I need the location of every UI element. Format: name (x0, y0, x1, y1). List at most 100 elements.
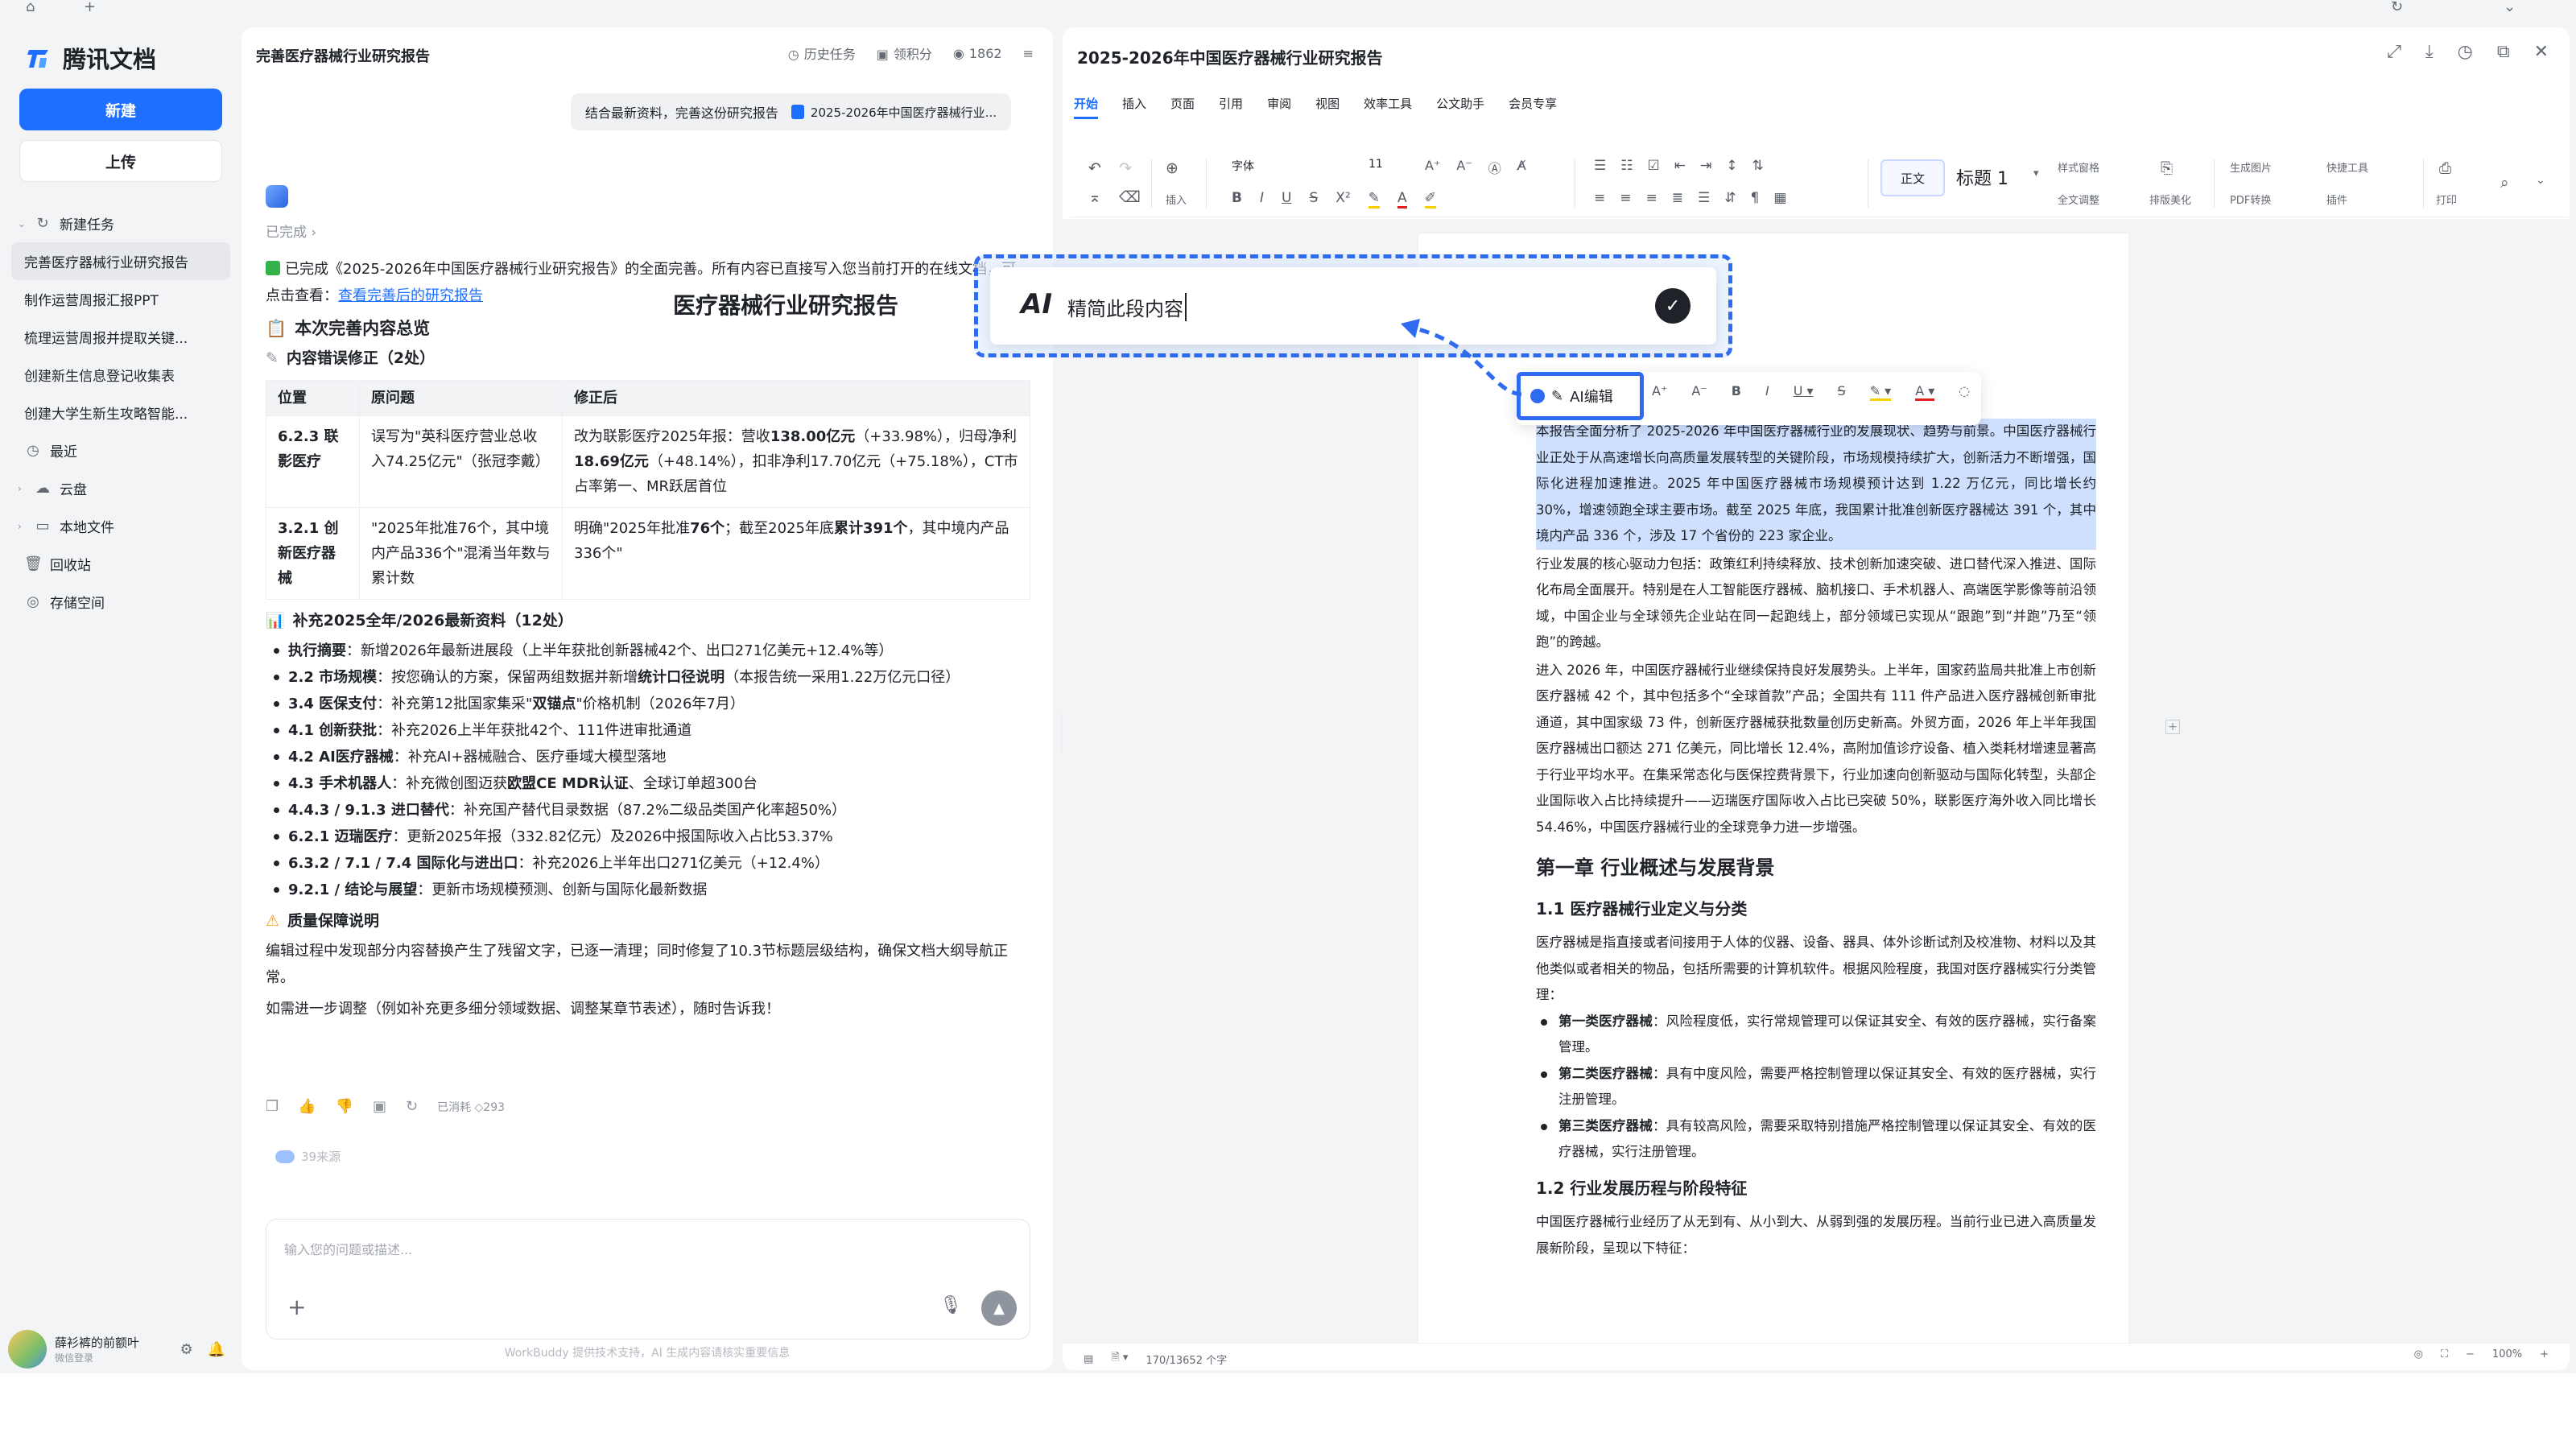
chevron-down-icon[interactable]: ⌄ (18, 218, 26, 229)
generate-image-button[interactable]: 生成图片 (2230, 159, 2272, 175)
align-center-icon[interactable]: ≡ (1620, 190, 1631, 206)
sidebar-item-cloud[interactable]: › ☁ 云盘 (11, 469, 230, 507)
numbered-list-icon[interactable]: ☷ (1620, 158, 1633, 174)
sidebar-item-new-task[interactable]: ⌄ ↻ 新建任务 (11, 204, 230, 242)
doc-list-item[interactable]: 第二类医疗器械：具有中度风险，需要严格控制管理以保证其安全、有效的医疗器械，实行… (1536, 1061, 2096, 1113)
superscript-icon[interactable]: X² (1335, 190, 1350, 208)
zoom-level[interactable]: 100% (2492, 1348, 2522, 1360)
underline-icon[interactable]: U ▾ (1794, 383, 1814, 401)
text-effect-icon[interactable]: Ⓐ (1488, 158, 1501, 177)
font-grow-icon[interactable]: A⁺ (1652, 383, 1667, 401)
italic-icon[interactable]: I (1260, 190, 1264, 208)
avatar[interactable] (8, 1330, 47, 1368)
bell-icon[interactable]: 🔔 (208, 1341, 225, 1358)
font-shrink-icon[interactable]: A⁻ (1456, 158, 1472, 177)
save-icon[interactable]: ▣ (373, 1098, 386, 1115)
section-heading[interactable]: 1.1 医疗器械行业定义与分类 (1536, 896, 2096, 923)
sidebar-item-task[interactable]: 创建大学生新生攻略智能... (11, 394, 230, 431)
ai-prompt-input[interactable]: 精简此段内容 (1067, 293, 1187, 321)
sidebar-item-task[interactable]: 完善医疗器械行业研究报告 (11, 242, 230, 280)
tab-member[interactable]: 会员专享 (1509, 95, 1557, 119)
highlight-icon[interactable]: ✎ ▾ (1869, 383, 1892, 401)
close-icon[interactable]: ✕ (2534, 42, 2549, 62)
task-status[interactable]: 已完成 › (266, 221, 316, 241)
selected-paragraph[interactable]: 本报告全面分析了 2025-2026 年中国医疗器械行业的发展现状、趋势与前景。… (1536, 419, 2096, 550)
search-icon[interactable]: ⌕ (2500, 174, 2509, 192)
redo-icon[interactable]: ↷ (1119, 159, 1132, 177)
doc-paragraph[interactable]: 进入 2026 年，中国医疗器械行业继续保持良好发展势头。上半年，国家药监局共批… (1536, 658, 2096, 841)
sources-chip[interactable]: 39来源 (275, 1148, 341, 1165)
insert-icon[interactable]: ⊕ (1166, 159, 1179, 177)
justify-icon[interactable]: ≣ (1672, 190, 1683, 206)
quick-tools-button[interactable]: 快捷工具 (2326, 159, 2368, 175)
chat-input[interactable]: 输入您的问题或描述... + 🎙 ▲ (266, 1219, 1030, 1340)
menu-icon[interactable]: ≡ (1023, 46, 1034, 61)
sidebar-item-task[interactable]: 梳理运营周报并提取关键... (11, 318, 230, 356)
doc-paragraph[interactable]: 行业发展的核心驱动力包括：政策红利持续释放、技术创新加速突破、进口替代深入推进、… (1536, 551, 2096, 656)
layout-beautify-button[interactable]: 排版美化 (2149, 192, 2191, 207)
new-button[interactable]: 新建 (19, 89, 222, 130)
attachment-chip[interactable]: 2025-2026年中国医疗器械行业... (791, 104, 997, 121)
tab-view[interactable]: 视图 (1315, 95, 1340, 119)
thumbs-down-icon[interactable]: 👎 (336, 1098, 353, 1115)
font-select[interactable]: 字体 (1224, 155, 1352, 180)
paragraph-icon[interactable]: ¶ (1751, 190, 1760, 206)
clear-style-icon[interactable]: A̸ (1517, 158, 1526, 177)
upload-button[interactable]: 上传 (19, 140, 222, 182)
sidebar-item-storage[interactable]: ◎ 存储空间 (11, 583, 230, 621)
doc-paragraph[interactable]: 医疗器械是指直接或者间接用于人体的仪器、设备、器具、体外诊断试剂及校准物、材料以… (1536, 930, 2096, 1009)
style-sheet-button[interactable]: 样式窗格 (2058, 159, 2099, 175)
checklist-icon[interactable]: ☑ (1648, 158, 1660, 174)
align-right-icon[interactable]: ≡ (1646, 190, 1657, 206)
sidebar-item-task[interactable]: 制作运营周报汇报PPT (11, 280, 230, 318)
report-link[interactable]: 查看完善后的研究报告 (338, 287, 483, 304)
download-icon[interactable]: ⤓ (2425, 42, 2434, 62)
strikethrough-icon[interactable]: S (1309, 190, 1318, 208)
bullet-list-icon[interactable]: ☰ (1594, 158, 1606, 174)
tab-start[interactable]: 开始 (1074, 95, 1099, 119)
plus-icon[interactable]: + (287, 1294, 306, 1320)
expand-icon[interactable]: ⤢ (2387, 42, 2401, 62)
sidebar-item-recent[interactable]: ◷ 最近 (11, 431, 230, 469)
print-icon[interactable]: ⎙ (2439, 159, 2451, 177)
tab-efficiency[interactable]: 效率工具 (1364, 95, 1412, 119)
chevron-down-icon[interactable]: ⌄ (2536, 174, 2545, 187)
ai-prompt-popup[interactable]: AI 精简此段内容 ✓ (990, 267, 1716, 345)
settings-icon[interactable]: ⚙ (180, 1341, 192, 1358)
retry-icon[interactable]: ↻ (406, 1098, 418, 1115)
thumbs-up-icon[interactable]: 👍 (298, 1098, 316, 1115)
font-size-select[interactable]: 11 (1360, 155, 1417, 180)
word-count[interactable]: 170/13652 个字 (1146, 1352, 1227, 1367)
chevron-right-icon[interactable]: › (18, 521, 26, 532)
full-adjust-button[interactable]: 全文调整 (2058, 192, 2099, 207)
app-logo[interactable]: 腾讯文档 (24, 35, 156, 80)
print-label[interactable]: 打印 (2436, 192, 2457, 207)
chevron-right-icon[interactable]: › (18, 483, 26, 494)
layout-icon[interactable]: ⎘ (2161, 159, 2173, 177)
text-direction-icon[interactable]: ⇵ (1724, 190, 1736, 206)
strikethrough-icon[interactable]: S (1838, 383, 1846, 401)
fit-icon[interactable]: ⛶ (2441, 1348, 2448, 1360)
font-color-icon[interactable]: A (1397, 190, 1407, 208)
doc-list-item[interactable]: 第三类医疗器械：具有较高风险，需要采取特别措施严格控制管理以保证其安全、有效的医… (1536, 1113, 2096, 1166)
align-left-icon[interactable]: ≡ (1594, 190, 1605, 206)
locate-icon[interactable]: ◎ (2414, 1348, 2423, 1360)
tab-official[interactable]: 公文助手 (1436, 95, 1484, 119)
plugin-button[interactable]: 插件 (2326, 192, 2347, 207)
add-block-icon[interactable]: + (2165, 720, 2180, 734)
points-button[interactable]: ▣ 领积分 (877, 43, 932, 63)
format-painter-icon[interactable]: ⌅ (1088, 188, 1101, 206)
sidebar-item-task[interactable]: 创建新生信息登记收集表 (11, 356, 230, 394)
page-view-icon[interactable]: 🗎 ▾ (1111, 1350, 1128, 1368)
copy-icon[interactable]: ❐ (266, 1098, 279, 1115)
tab-insert[interactable]: 插入 (1122, 95, 1146, 119)
comment-icon[interactable]: ◌ (1959, 383, 1970, 401)
bold-icon[interactable]: B (1232, 190, 1242, 208)
microphone-icon[interactable]: 🎙 (939, 1295, 962, 1315)
underline-icon[interactable]: U (1282, 190, 1291, 208)
user-profile[interactable]: 薛衫裤的前额叶 微信登录 ⚙ 🔔 (8, 1327, 233, 1372)
border-icon[interactable]: ▦ (1773, 190, 1786, 206)
distribute-icon[interactable]: ☰ (1698, 190, 1710, 206)
outdent-icon[interactable]: ⇤ (1674, 158, 1686, 174)
confirm-button[interactable]: ✓ (1655, 288, 1690, 324)
